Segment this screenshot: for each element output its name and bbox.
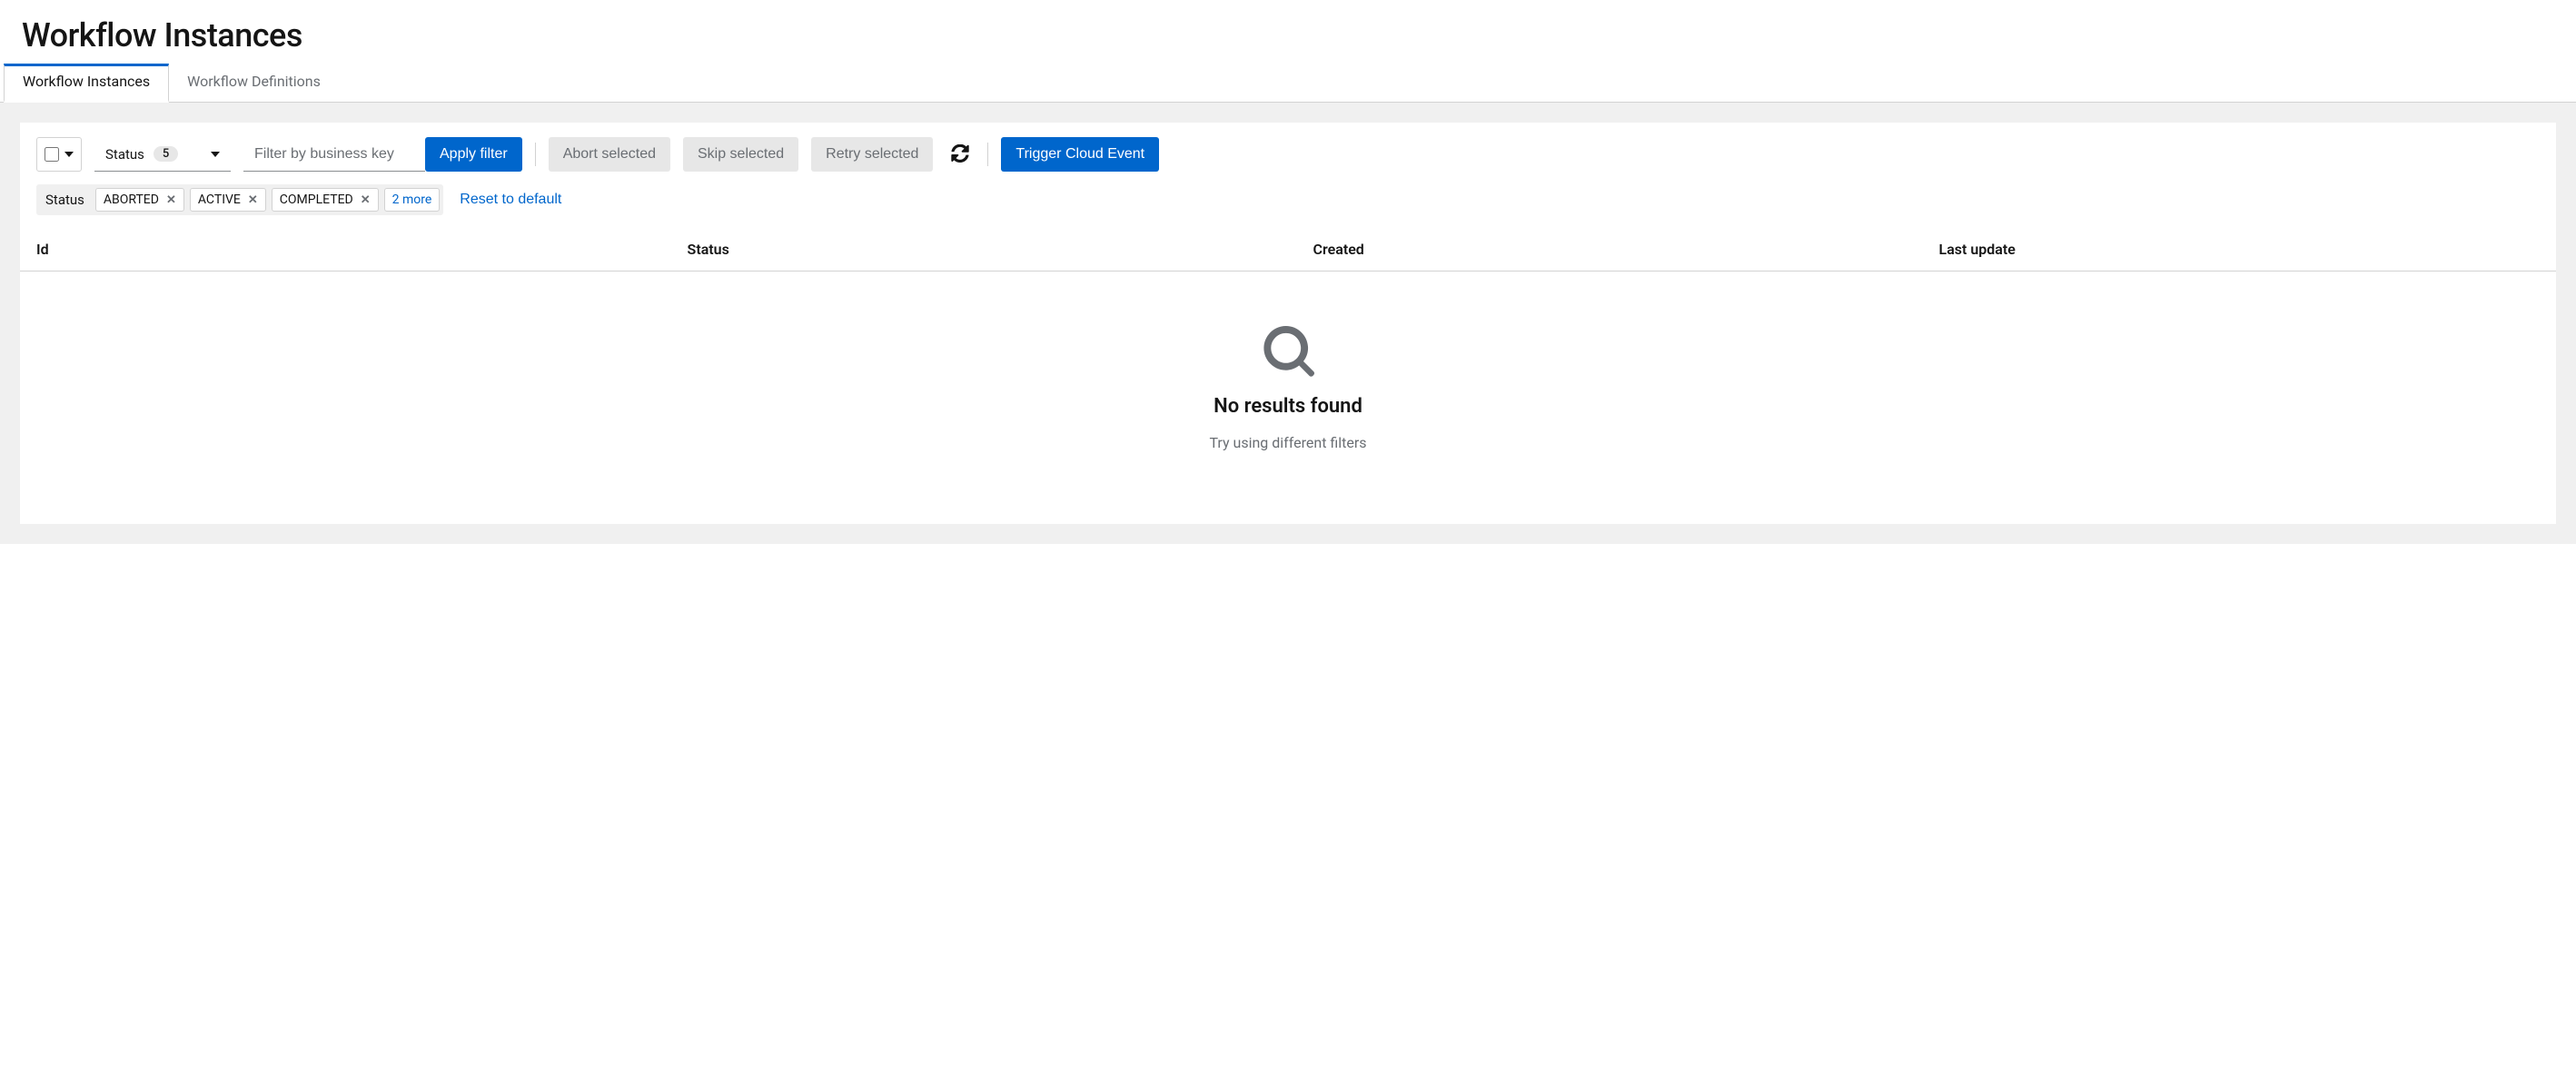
filter-chips-row: Status ABORTED ✕ ACTIVE ✕ COMPLETED ✕ 2 … — [20, 184, 2556, 228]
tab-workflow-instances[interactable]: Workflow Instances — [4, 64, 169, 103]
search-icon — [1262, 326, 1314, 379]
refresh-button[interactable] — [946, 139, 975, 171]
chip-group-label: Status — [40, 192, 90, 208]
separator — [535, 143, 536, 166]
business-key-input[interactable] — [243, 137, 425, 172]
close-icon[interactable]: ✕ — [361, 193, 371, 207]
apply-filter-button[interactable]: Apply filter — [425, 137, 522, 172]
retry-selected-button: Retry selected — [811, 137, 933, 172]
chip-label: ABORTED — [104, 193, 159, 207]
toolbar: Status 5 Apply filter Abort selected Ski… — [20, 123, 2556, 184]
close-icon[interactable]: ✕ — [248, 193, 258, 207]
status-chip-group: Status ABORTED ✕ ACTIVE ✕ COMPLETED ✕ 2 … — [36, 184, 443, 215]
status-filter-dropdown[interactable]: Status 5 — [94, 137, 231, 172]
chip-active: ACTIVE ✕ — [190, 188, 266, 212]
chevron-down-icon — [211, 152, 220, 157]
empty-state-title: No results found — [1214, 395, 1362, 418]
trigger-cloud-event-button[interactable]: Trigger Cloud Event — [1001, 137, 1159, 172]
chip-label: ACTIVE — [198, 193, 241, 207]
chevron-down-icon — [64, 152, 74, 157]
empty-state-subtitle: Try using different filters — [1209, 434, 1366, 451]
reset-to-default-button[interactable]: Reset to default — [452, 188, 569, 212]
skip-selected-button: Skip selected — [683, 137, 798, 172]
status-filter-label: Status — [105, 146, 144, 163]
chip-aborted: ABORTED ✕ — [95, 188, 184, 212]
close-icon[interactable]: ✕ — [166, 193, 176, 207]
column-header-last-update[interactable]: Last update — [1939, 241, 2540, 258]
abort-selected-button: Abort selected — [549, 137, 670, 172]
select-all-dropdown[interactable] — [36, 137, 82, 172]
separator — [987, 143, 988, 166]
tabs: Workflow Instances Workflow Definitions — [0, 64, 2576, 103]
page-title: Workflow Instances — [22, 16, 2554, 54]
table-header: Id Status Created Last update — [20, 228, 2556, 272]
select-all-checkbox[interactable] — [45, 147, 59, 162]
empty-state: No results found Try using different fil… — [20, 272, 2556, 524]
column-header-status[interactable]: Status — [688, 241, 1313, 258]
tab-workflow-definitions[interactable]: Workflow Definitions — [169, 64, 339, 102]
column-header-id[interactable]: Id — [36, 241, 688, 258]
status-filter-count-badge: 5 — [154, 146, 178, 162]
chip-label: COMPLETED — [280, 193, 353, 207]
chip-completed: COMPLETED ✕ — [272, 188, 379, 212]
column-header-created[interactable]: Created — [1313, 241, 1939, 258]
refresh-icon — [951, 144, 969, 163]
chip-more[interactable]: 2 more — [384, 188, 441, 212]
